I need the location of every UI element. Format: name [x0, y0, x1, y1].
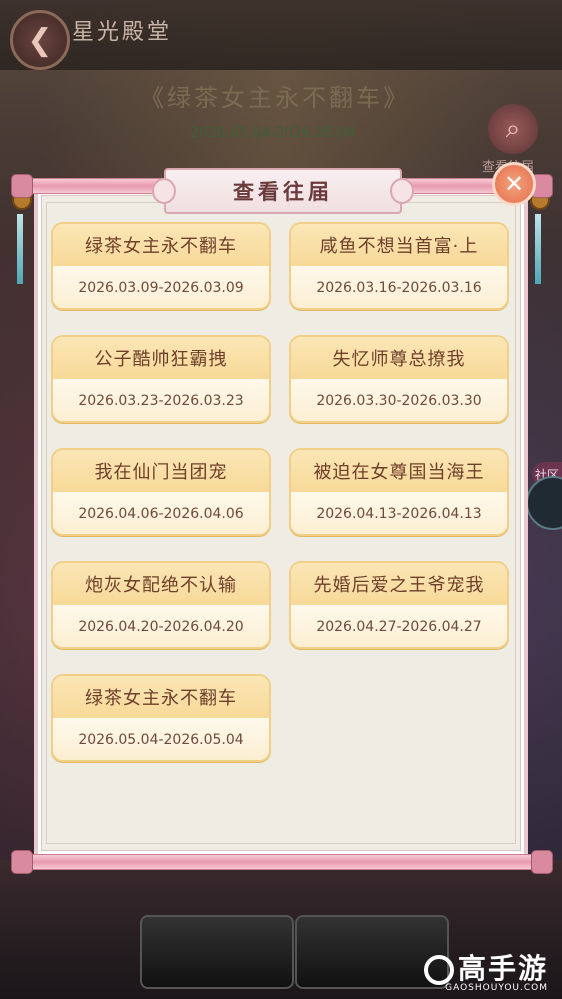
- past-event-card[interactable]: 失忆师尊总撩我 2026.03.30-2026.03.30: [289, 335, 509, 423]
- close-button[interactable]: ✕: [492, 162, 536, 206]
- past-event-name: 被迫在女尊国当海王: [291, 450, 507, 492]
- past-event-name: 失忆师尊总撩我: [291, 337, 507, 379]
- past-event-name: 我在仙门当团宠: [53, 450, 269, 492]
- dialog-title: 查看往届: [233, 179, 333, 204]
- past-event-name: 先婚后爱之王爷宠我: [291, 563, 507, 605]
- past-event-card[interactable]: 绿茶女主永不翻车 2026.03.09-2026.03.09: [51, 222, 271, 310]
- magnifier-icon: ⌕: [488, 104, 538, 154]
- past-event-name: 绿茶女主永不翻车: [53, 224, 269, 266]
- hall-title: 星光殿堂: [72, 20, 173, 45]
- past-event-date: 2026.05.04-2026.05.04: [53, 718, 269, 760]
- view-past-button[interactable]: ⌕ 查看往届: [482, 104, 544, 175]
- dialog-header: 查看往届: [152, 168, 414, 214]
- past-event-name: 咸鱼不想当首富·上: [291, 224, 507, 266]
- past-event-date: 2026.03.16-2026.03.16: [291, 266, 507, 308]
- past-event-date: 2026.03.23-2026.03.23: [53, 379, 269, 421]
- past-event-card[interactable]: 我在仙门当团宠 2026.04.06-2026.04.06: [51, 448, 271, 536]
- right-tassel: [530, 190, 550, 300]
- past-event-date: 2026.03.09-2026.03.09: [53, 266, 269, 308]
- close-icon: ✕: [503, 170, 525, 198]
- back-button[interactable]: ❮: [10, 10, 70, 70]
- past-event-card[interactable]: 先婚后爱之王爷宠我 2026.04.27-2026.04.27: [289, 561, 509, 649]
- event-title: 《绿茶女主永不翻车》: [140, 84, 410, 112]
- scroll-rod-bottom: [11, 850, 553, 874]
- past-event-card[interactable]: 被迫在女尊国当海王 2026.04.13-2026.04.13: [289, 448, 509, 536]
- past-event-date: 2026.04.20-2026.04.20: [53, 605, 269, 647]
- past-event-date: 2026.04.06-2026.04.06: [53, 492, 269, 534]
- past-event-date: 2026.03.30-2026.03.30: [291, 379, 507, 421]
- past-event-card[interactable]: 公子酷帅狂霸拽 2026.03.23-2026.03.23: [51, 335, 271, 423]
- past-event-name: 炮灰女配绝不认输: [53, 563, 269, 605]
- past-event-card[interactable]: 炮灰女配绝不认输 2026.04.20-2026.04.20: [51, 561, 271, 649]
- back-arrow-icon: ❮: [27, 22, 53, 58]
- past-event-card[interactable]: 咸鱼不想当首富·上 2026.03.16-2026.03.16: [289, 222, 509, 310]
- past-event-card[interactable]: 绿茶女主永不翻车 2026.05.04-2026.05.04: [51, 674, 271, 762]
- left-tassel: [12, 190, 32, 300]
- past-event-date: 2026.04.13-2026.04.13: [291, 492, 507, 534]
- g-logo-icon: [423, 955, 454, 985]
- past-event-name: 公子酷帅狂霸拽: [53, 337, 269, 379]
- past-event-date: 2026.04.27-2026.04.27: [291, 605, 507, 647]
- past-event-name: 绿茶女主永不翻车: [53, 676, 269, 718]
- event-date: 2026.05.04-2026.05.04: [190, 125, 356, 141]
- pedestal-left: [140, 915, 294, 989]
- site-watermark: 高手游 GAOSHOUYOU.COM: [423, 947, 548, 993]
